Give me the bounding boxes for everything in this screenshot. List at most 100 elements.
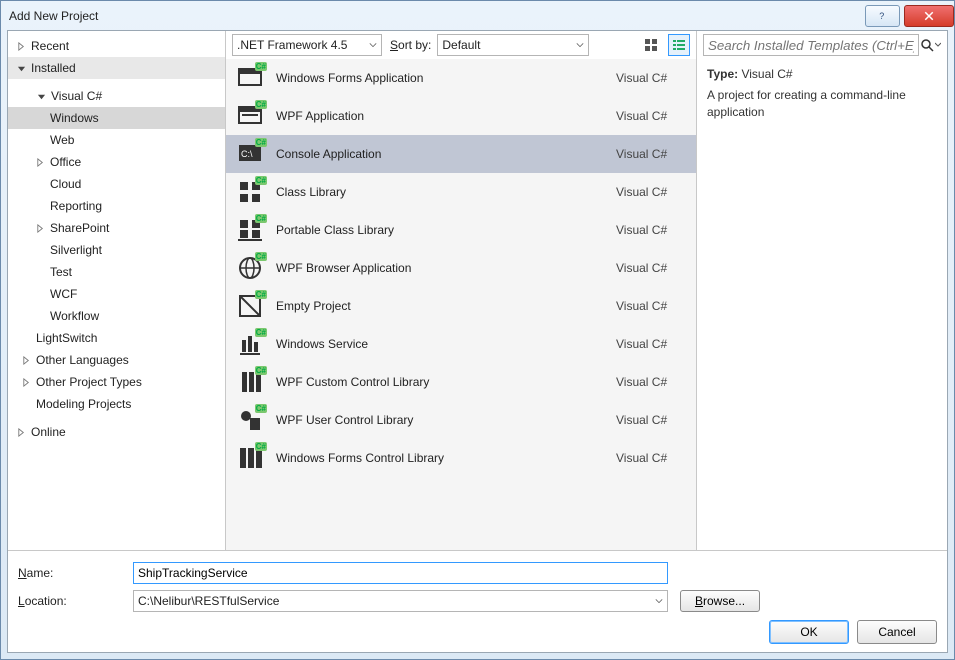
collapse-icon bbox=[16, 63, 27, 74]
template-list[interactable]: C#Windows Forms ApplicationVisual C#C#WP… bbox=[226, 59, 696, 550]
name-input[interactable] bbox=[133, 562, 668, 584]
template-name: Console Application bbox=[276, 147, 616, 161]
expand-icon bbox=[16, 41, 27, 52]
tree-item-windows[interactable]: Windows bbox=[8, 107, 225, 129]
close-button[interactable] bbox=[904, 5, 954, 27]
expand-icon bbox=[16, 427, 27, 438]
tree-item-wcf[interactable]: WCF bbox=[8, 283, 225, 305]
tree-item-workflow[interactable]: Workflow bbox=[8, 305, 225, 327]
template-name: WPF Custom Control Library bbox=[276, 375, 616, 389]
template-name: Class Library bbox=[276, 185, 616, 199]
sort-value: Default bbox=[442, 38, 480, 52]
grid-icon bbox=[644, 38, 658, 52]
bottom-panel: Name: Location: C:\Nelibur\RESTfulServic… bbox=[8, 550, 947, 652]
help-icon: ? bbox=[877, 10, 889, 22]
template-row[interactable]: C#Portable Class LibraryVisual C# bbox=[226, 211, 696, 249]
template-row[interactable]: C# Windows ServiceVisual C# bbox=[226, 325, 696, 363]
view-medium-icons-button[interactable] bbox=[640, 34, 662, 56]
location-label: Location: bbox=[18, 594, 133, 608]
expand-icon bbox=[21, 377, 32, 388]
location-value: C:\Nelibur\RESTfulService bbox=[138, 594, 279, 608]
template-language: Visual C# bbox=[616, 451, 686, 465]
window-title: Add New Project bbox=[9, 9, 861, 23]
template-row[interactable]: C#WPF User Control LibraryVisual C# bbox=[226, 401, 696, 439]
sort-dropdown[interactable]: Default bbox=[437, 34, 589, 56]
template-icon: C# bbox=[236, 368, 264, 396]
tree-item-web[interactable]: Web bbox=[8, 129, 225, 151]
template-language: Visual C# bbox=[616, 185, 686, 199]
view-small-icons-button[interactable] bbox=[668, 34, 690, 56]
dialog-body: Recent Installed Visual C# Windows Web bbox=[7, 30, 948, 653]
tree-item-other-project-types[interactable]: Other Project Types bbox=[8, 371, 225, 393]
template-name: WPF Application bbox=[276, 109, 616, 123]
search-icon bbox=[920, 38, 934, 52]
template-language: Visual C# bbox=[616, 261, 686, 275]
template-name: Empty Project bbox=[276, 299, 616, 313]
tree-item-visual-csharp[interactable]: Visual C# bbox=[8, 85, 225, 107]
template-row[interactable]: C#Windows Forms ApplicationVisual C# bbox=[226, 59, 696, 97]
cancel-button[interactable]: Cancel bbox=[857, 620, 937, 644]
tree-item-sharepoint[interactable]: SharePoint bbox=[8, 217, 225, 239]
template-icon: C# bbox=[236, 178, 264, 206]
expand-icon bbox=[35, 157, 46, 168]
framework-value: .NET Framework 4.5 bbox=[237, 38, 347, 52]
ok-button[interactable]: OK bbox=[769, 620, 849, 644]
type-label: Type: bbox=[707, 67, 738, 81]
tree-item-test[interactable]: Test bbox=[8, 261, 225, 283]
tree-item-reporting[interactable]: Reporting bbox=[8, 195, 225, 217]
template-row[interactable]: C# Class LibraryVisual C# bbox=[226, 173, 696, 211]
template-icon: C:\C# bbox=[236, 140, 264, 168]
sort-label: Sort by: bbox=[390, 38, 431, 52]
type-value: Visual C# bbox=[741, 67, 792, 81]
template-name: Windows Service bbox=[276, 337, 616, 351]
template-row[interactable]: C#WPF ApplicationVisual C# bbox=[226, 97, 696, 135]
template-language: Visual C# bbox=[616, 413, 686, 427]
template-language: Visual C# bbox=[616, 337, 686, 351]
template-icon: C# bbox=[236, 444, 264, 472]
close-icon bbox=[923, 10, 935, 22]
expand-icon bbox=[21, 355, 32, 366]
browse-button[interactable]: Browse... bbox=[680, 590, 760, 612]
location-dropdown[interactable]: C:\Nelibur\RESTfulService bbox=[133, 590, 668, 612]
chevron-down-icon bbox=[935, 38, 941, 52]
tree-item-office[interactable]: Office bbox=[8, 151, 225, 173]
template-row[interactable]: C# WPF Custom Control LibraryVisual C# bbox=[226, 363, 696, 401]
tree-item-silverlight[interactable]: Silverlight bbox=[8, 239, 225, 261]
template-toolbar: .NET Framework 4.5 Sort by: Default bbox=[226, 31, 696, 59]
template-icon: C# bbox=[236, 330, 264, 358]
template-name: Windows Forms Application bbox=[276, 71, 616, 85]
titlebar: Add New Project ? bbox=[1, 1, 954, 31]
tree-item-installed[interactable]: Installed bbox=[8, 57, 225, 79]
template-icon: C# bbox=[236, 64, 264, 92]
svg-text:?: ? bbox=[879, 11, 884, 21]
tree-item-cloud[interactable]: Cloud bbox=[8, 173, 225, 195]
tree-item-lightswitch[interactable]: LightSwitch bbox=[8, 327, 225, 349]
tree-item-recent[interactable]: Recent bbox=[8, 35, 225, 57]
tree-item-other-languages[interactable]: Other Languages bbox=[8, 349, 225, 371]
template-name: Portable Class Library bbox=[276, 223, 616, 237]
template-description: A project for creating a command-line ap… bbox=[707, 87, 937, 121]
tree-item-modeling-projects[interactable]: Modeling Projects bbox=[8, 393, 225, 415]
template-row[interactable]: C:\C#Console ApplicationVisual C# bbox=[226, 135, 696, 173]
template-name: Windows Forms Control Library bbox=[276, 451, 616, 465]
expand-icon bbox=[35, 223, 46, 234]
template-row[interactable]: C# Windows Forms Control LibraryVisual C# bbox=[226, 439, 696, 477]
list-icon bbox=[672, 38, 686, 52]
template-icon: C# bbox=[236, 406, 264, 434]
template-language: Visual C# bbox=[616, 375, 686, 389]
template-icon: C# bbox=[236, 254, 264, 282]
tree-item-online[interactable]: Online bbox=[8, 421, 225, 443]
svg-text:C:\: C:\ bbox=[241, 149, 253, 159]
collapse-icon bbox=[36, 91, 47, 102]
framework-dropdown[interactable]: .NET Framework 4.5 bbox=[232, 34, 382, 56]
search-button[interactable] bbox=[919, 34, 941, 56]
template-row[interactable]: C#WPF Browser ApplicationVisual C# bbox=[226, 249, 696, 287]
template-language: Visual C# bbox=[616, 223, 686, 237]
help-button[interactable]: ? bbox=[865, 5, 900, 27]
chevron-down-icon bbox=[576, 38, 584, 52]
chevron-down-icon bbox=[655, 594, 663, 608]
detail-pane: Type: Visual C# A project for creating a… bbox=[697, 59, 947, 129]
search-input[interactable] bbox=[703, 34, 919, 56]
template-icon: C# bbox=[236, 292, 264, 320]
template-row[interactable]: C#Empty ProjectVisual C# bbox=[226, 287, 696, 325]
